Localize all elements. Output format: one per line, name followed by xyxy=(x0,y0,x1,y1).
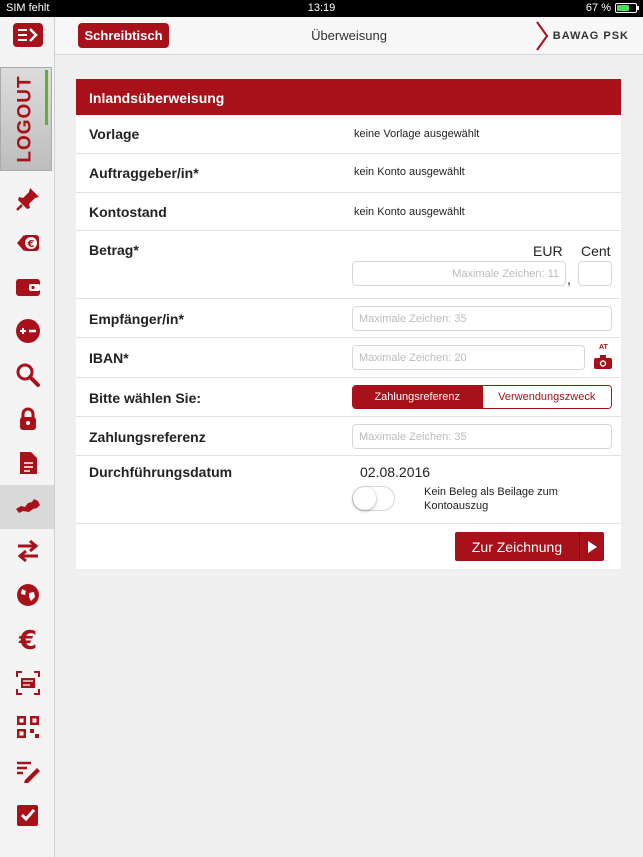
beleg-toggle-label: Kein Beleg als Beilage zum Kontoauszug xyxy=(424,486,558,512)
battery-percent: 67 % xyxy=(585,2,611,14)
sidebar-item-wallet[interactable] xyxy=(0,265,54,309)
row-vorlage[interactable]: Vorlage keine Vorlage ausgewählt xyxy=(76,115,621,154)
clock: 13:19 xyxy=(307,2,336,14)
sidebar-item-scan[interactable] xyxy=(0,661,54,705)
header-bar: Schreibtisch Überweisung BAWAG PSK xyxy=(55,17,643,55)
sidebar-item-qr-code[interactable] xyxy=(0,705,54,749)
choice-label: Bitte wählen Sie: xyxy=(89,390,202,406)
row-iban: IBAN* Maximale Zeichen: 20 AT xyxy=(76,338,621,378)
brand-logo: BAWAG PSK xyxy=(535,21,629,51)
zahlungsreferenz-label: Zahlungsreferenz xyxy=(89,429,206,445)
svg-text:€: € xyxy=(26,239,34,250)
row-datum: Durchführungsdatum 02.08.2016 Kein Beleg… xyxy=(76,456,621,524)
datum-value[interactable]: 02.08.2016 xyxy=(360,464,430,480)
vorlage-label: Vorlage xyxy=(89,126,140,142)
camera-icon[interactable]: AT xyxy=(592,344,614,370)
sidebar-item-transfer-arrows[interactable] xyxy=(0,529,54,573)
eur-input[interactable]: Maximale Zeichen: 11 xyxy=(352,261,566,286)
logout-label: LOGOUT xyxy=(15,75,36,163)
sidebar-item-globe[interactable] xyxy=(0,573,54,617)
euro-icon: € xyxy=(17,626,36,652)
cent-label: Cent xyxy=(581,243,611,259)
kontostand-value: kein Konto ausgewählt xyxy=(354,206,465,218)
document-icon xyxy=(19,452,37,474)
iban-input[interactable]: Maximale Zeichen: 20 xyxy=(352,345,585,370)
row-betrag: Betrag* EUR Cent Maximale Zeichen: 11 , xyxy=(76,231,621,299)
sidebar-item-pin[interactable] xyxy=(0,177,54,221)
decimal-separator: , xyxy=(567,271,571,287)
sidebar: LOGOUT € € xyxy=(0,17,55,857)
submit-row: Zur Zeichnung xyxy=(76,524,621,569)
globe-icon xyxy=(16,584,39,606)
wallet-icon xyxy=(15,279,40,296)
row-choice: Bitte wählen Sie: Zahlungsreferenz Verwe… xyxy=(76,378,621,417)
row-kontostand: Kontostand kein Konto ausgewählt xyxy=(76,193,621,231)
pin-icon xyxy=(15,188,39,211)
euro-coin-icon: € xyxy=(16,235,39,251)
brand-name: BAWAG PSK xyxy=(552,30,629,42)
logout-button[interactable]: LOGOUT xyxy=(0,67,52,171)
datum-label: Durchführungsdatum xyxy=(89,464,233,480)
empfaenger-label: Empfänger/in* xyxy=(89,311,184,327)
battery-status: 67 % xyxy=(585,2,639,14)
search-icon xyxy=(16,363,40,387)
camera-glyph xyxy=(594,355,612,369)
camera-badge: AT xyxy=(599,344,608,351)
eur-label: EUR xyxy=(533,243,563,259)
zur-zeichnung-button[interactable]: Zur Zeichnung xyxy=(455,532,604,561)
transfer-form: Inlandsüberweisung Vorlage keine Vorlage… xyxy=(76,79,621,569)
sidebar-item-euro-coin[interactable]: € xyxy=(0,221,54,265)
row-zahlungsreferenz: Zahlungsreferenz Maximale Zeichen: 35 xyxy=(76,417,621,456)
sidebar-item-document[interactable] xyxy=(0,441,54,485)
iban-label: IBAN* xyxy=(89,350,129,366)
sidebar-item-search[interactable] xyxy=(0,353,54,397)
vorlage-value[interactable]: keine Vorlage ausgewählt xyxy=(354,128,479,140)
sidebar-item-plus-minus[interactable] xyxy=(0,309,54,353)
zahlungsreferenz-input[interactable]: Maximale Zeichen: 35 xyxy=(352,424,612,449)
auftraggeber-value[interactable]: kein Konto ausgewählt xyxy=(354,166,465,178)
svg-text:€: € xyxy=(17,626,36,652)
bawag-logo-icon xyxy=(535,21,548,51)
lock-icon xyxy=(19,407,36,430)
sidebar-item-lock[interactable] xyxy=(0,397,54,441)
checkbox-icon xyxy=(16,805,38,826)
form-title: Inlandsüberweisung xyxy=(76,79,621,115)
austria-map-icon xyxy=(15,499,40,513)
toggle-knob xyxy=(353,487,376,510)
status-bar: SIM fehlt 13:19 67 % xyxy=(0,0,643,17)
row-empfaenger: Empfänger/in* Maximale Zeichen: 35 xyxy=(76,299,621,338)
sidebar-menu: € € xyxy=(0,177,54,837)
logout-indicator xyxy=(45,70,48,125)
qr-code-icon xyxy=(16,716,39,738)
menu-arrow-icon xyxy=(18,28,38,42)
sign-pen-icon xyxy=(16,761,40,783)
row-auftraggeber[interactable]: Auftraggeber/in* kein Konto ausgewählt xyxy=(76,154,621,193)
cent-input[interactable] xyxy=(578,261,612,286)
segment-verwendungszweck[interactable]: Verwendungszweck xyxy=(481,386,611,408)
scan-icon xyxy=(15,671,40,695)
beleg-toggle[interactable] xyxy=(352,486,395,511)
reference-segmented-control[interactable]: Zahlungsreferenz Verwendungszweck xyxy=(352,385,612,409)
play-arrow-icon xyxy=(579,532,603,561)
zur-zeichnung-label: Zur Zeichnung xyxy=(471,538,563,555)
plus-minus-icon xyxy=(15,319,40,343)
transfer-arrows-icon xyxy=(17,539,38,563)
sidebar-item-austria-map[interactable] xyxy=(0,485,54,529)
sidebar-item-sign-pen[interactable] xyxy=(0,749,54,793)
battery-icon xyxy=(615,3,639,13)
kontostand-label: Kontostand xyxy=(89,204,167,220)
auftraggeber-label: Auftraggeber/in* xyxy=(89,165,199,181)
segment-zahlungsreferenz[interactable]: Zahlungsreferenz xyxy=(353,386,482,408)
empfaenger-input[interactable]: Maximale Zeichen: 35 xyxy=(352,306,612,331)
betrag-label: Betrag* xyxy=(89,242,139,258)
sidebar-item-euro[interactable]: € xyxy=(0,617,54,661)
sidebar-item-checkbox[interactable] xyxy=(0,793,54,837)
menu-toggle-button[interactable] xyxy=(13,23,43,47)
